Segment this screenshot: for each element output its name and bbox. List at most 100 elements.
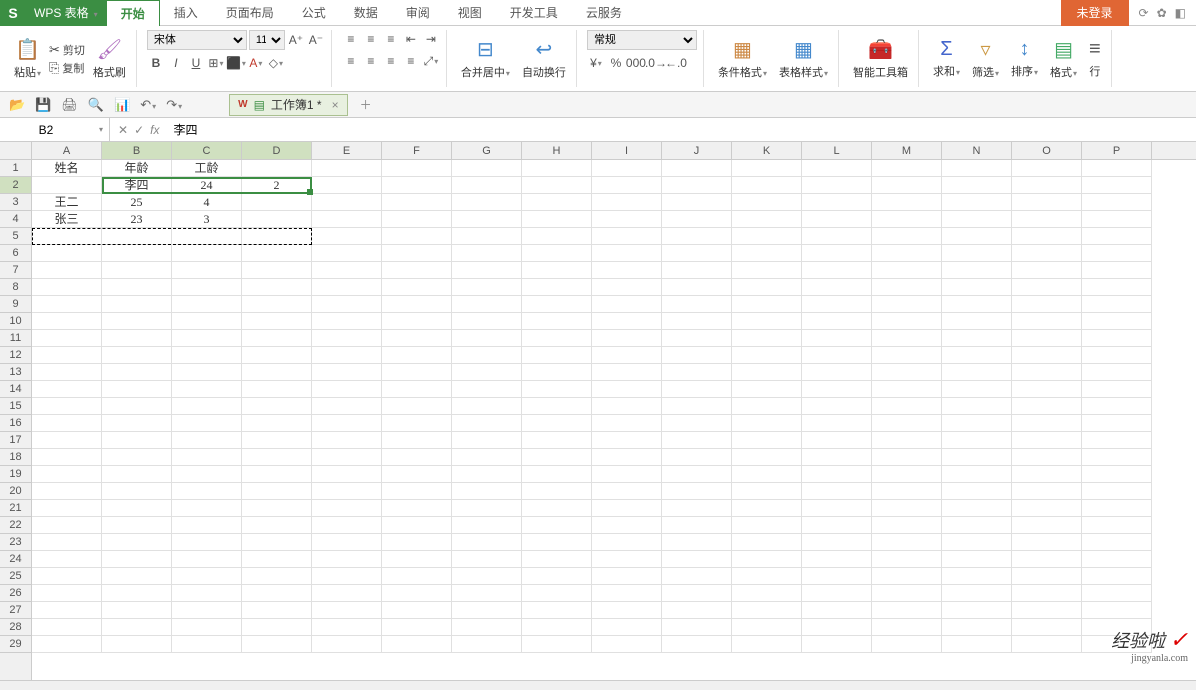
copy-button[interactable]: ⎘复制 bbox=[49, 60, 85, 76]
cell[interactable] bbox=[872, 466, 942, 483]
cell[interactable] bbox=[102, 381, 172, 398]
cell[interactable] bbox=[872, 245, 942, 262]
cell[interactable] bbox=[172, 364, 242, 381]
cell[interactable] bbox=[102, 483, 172, 500]
cell[interactable] bbox=[802, 619, 872, 636]
column-header[interactable]: G bbox=[452, 142, 522, 159]
cell[interactable]: 王二 bbox=[32, 194, 102, 211]
cell[interactable] bbox=[732, 279, 802, 296]
cell[interactable] bbox=[662, 177, 732, 194]
cell[interactable] bbox=[1012, 602, 1082, 619]
cell[interactable] bbox=[872, 517, 942, 534]
cell[interactable] bbox=[172, 551, 242, 568]
cell[interactable] bbox=[522, 245, 592, 262]
align-middle-icon[interactable]: ≡ bbox=[362, 30, 380, 48]
cell[interactable] bbox=[32, 517, 102, 534]
cell[interactable] bbox=[942, 466, 1012, 483]
cell[interactable] bbox=[382, 466, 452, 483]
row-header[interactable]: 26 bbox=[0, 585, 31, 602]
cell[interactable] bbox=[732, 619, 802, 636]
cell[interactable] bbox=[102, 534, 172, 551]
row-header[interactable]: 11 bbox=[0, 330, 31, 347]
cell[interactable] bbox=[732, 568, 802, 585]
cell[interactable] bbox=[242, 262, 312, 279]
cell[interactable] bbox=[1082, 500, 1152, 517]
cell[interactable] bbox=[382, 619, 452, 636]
cell[interactable] bbox=[732, 347, 802, 364]
cell[interactable] bbox=[592, 313, 662, 330]
menu-tab-8[interactable]: 云服务 bbox=[572, 0, 636, 26]
cell[interactable]: 2 bbox=[242, 177, 312, 194]
cell[interactable] bbox=[32, 381, 102, 398]
cell[interactable] bbox=[32, 432, 102, 449]
cell[interactable] bbox=[732, 551, 802, 568]
cell[interactable] bbox=[1012, 398, 1082, 415]
cell[interactable] bbox=[802, 381, 872, 398]
cell[interactable] bbox=[592, 211, 662, 228]
cell[interactable] bbox=[802, 211, 872, 228]
cell[interactable] bbox=[242, 398, 312, 415]
cell[interactable] bbox=[1082, 415, 1152, 432]
cell[interactable] bbox=[312, 211, 382, 228]
cell[interactable] bbox=[32, 245, 102, 262]
column-header[interactable]: M bbox=[872, 142, 942, 159]
cell[interactable] bbox=[172, 381, 242, 398]
cell[interactable] bbox=[102, 279, 172, 296]
cell[interactable] bbox=[872, 313, 942, 330]
row-header[interactable]: 21 bbox=[0, 500, 31, 517]
cell[interactable] bbox=[522, 432, 592, 449]
cell[interactable] bbox=[662, 466, 732, 483]
cell[interactable] bbox=[802, 330, 872, 347]
cell[interactable] bbox=[32, 177, 102, 194]
cell[interactable] bbox=[1082, 568, 1152, 585]
cell[interactable] bbox=[592, 245, 662, 262]
cell[interactable] bbox=[312, 432, 382, 449]
cell[interactable] bbox=[872, 381, 942, 398]
cell[interactable] bbox=[732, 500, 802, 517]
cell[interactable] bbox=[802, 228, 872, 245]
cell[interactable] bbox=[522, 330, 592, 347]
cell[interactable] bbox=[1082, 262, 1152, 279]
cell[interactable] bbox=[382, 381, 452, 398]
cell[interactable] bbox=[452, 636, 522, 653]
cell[interactable] bbox=[242, 228, 312, 245]
cell[interactable] bbox=[522, 466, 592, 483]
increase-font-icon[interactable]: A⁺ bbox=[287, 31, 305, 49]
cell[interactable] bbox=[662, 228, 732, 245]
orientation-icon[interactable]: ⤢ bbox=[422, 52, 440, 70]
name-box-dropdown-icon[interactable]: ▾ bbox=[99, 125, 103, 134]
cell[interactable] bbox=[382, 585, 452, 602]
cell[interactable] bbox=[382, 449, 452, 466]
cell[interactable] bbox=[1082, 211, 1152, 228]
cell[interactable] bbox=[802, 279, 872, 296]
cell[interactable] bbox=[592, 432, 662, 449]
cell[interactable] bbox=[382, 364, 452, 381]
cell[interactable] bbox=[1082, 279, 1152, 296]
cell[interactable] bbox=[522, 602, 592, 619]
cell[interactable] bbox=[242, 568, 312, 585]
cell[interactable] bbox=[662, 585, 732, 602]
cell[interactable] bbox=[1012, 466, 1082, 483]
cell[interactable] bbox=[312, 160, 382, 177]
cell[interactable] bbox=[312, 483, 382, 500]
cell[interactable] bbox=[872, 432, 942, 449]
cell[interactable] bbox=[1012, 551, 1082, 568]
cell[interactable] bbox=[662, 364, 732, 381]
cell[interactable] bbox=[522, 636, 592, 653]
cell[interactable] bbox=[802, 585, 872, 602]
smart-toolbox-button[interactable]: 🧰 智能工具箱 bbox=[849, 35, 912, 82]
cell[interactable] bbox=[242, 313, 312, 330]
cell[interactable] bbox=[802, 160, 872, 177]
cell[interactable] bbox=[382, 330, 452, 347]
cell[interactable] bbox=[732, 415, 802, 432]
cell[interactable] bbox=[312, 313, 382, 330]
cell[interactable] bbox=[732, 466, 802, 483]
cell[interactable] bbox=[172, 330, 242, 347]
cell[interactable]: 年龄 bbox=[102, 160, 172, 177]
cell[interactable] bbox=[32, 585, 102, 602]
cell[interactable] bbox=[802, 296, 872, 313]
column-header[interactable]: O bbox=[1012, 142, 1082, 159]
font-family-select[interactable]: 宋体 bbox=[147, 30, 247, 50]
cell[interactable]: 4 bbox=[172, 194, 242, 211]
cell[interactable] bbox=[872, 602, 942, 619]
